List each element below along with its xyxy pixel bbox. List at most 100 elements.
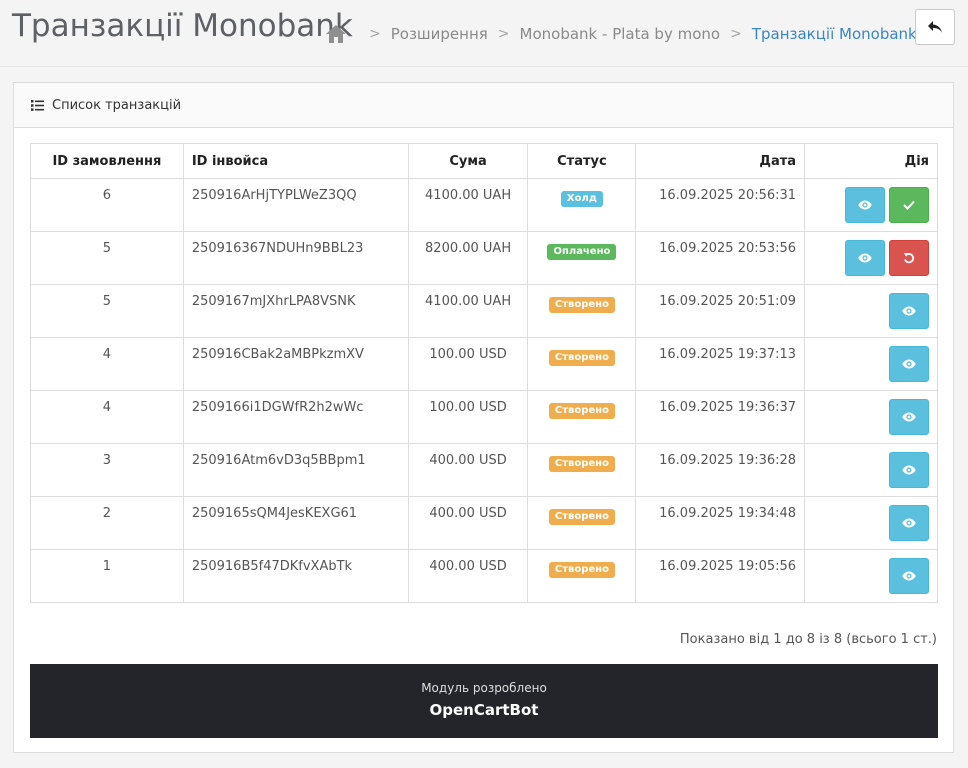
order-id-cell: 6 bbox=[30, 178, 184, 232]
order-id-cell: 5 bbox=[30, 284, 184, 338]
status-badge: Створено bbox=[548, 509, 615, 525]
action-cell bbox=[804, 178, 938, 232]
check-icon bbox=[903, 200, 915, 210]
breadcrumb-separator: > bbox=[369, 26, 381, 42]
table-row: 1 250916B5f47DKfvXAbTk 400.00 USD Створе… bbox=[30, 549, 938, 603]
status-cell: Оплачено bbox=[527, 231, 637, 285]
status-badge: Створено bbox=[548, 456, 615, 472]
date-cell: 16.09.2025 20:56:31 bbox=[635, 178, 806, 232]
status-badge: Оплачено bbox=[547, 244, 617, 260]
eye-icon bbox=[902, 518, 916, 528]
column-header-status[interactable]: Статус bbox=[527, 143, 637, 179]
amount-cell: 8200.00 UAH bbox=[407, 231, 529, 285]
list-icon bbox=[31, 99, 44, 111]
date-cell: 16.09.2025 20:51:09 bbox=[635, 284, 806, 338]
order-id-cell: 3 bbox=[30, 443, 184, 497]
panel-heading-label: Список транзакцій bbox=[52, 97, 182, 113]
view-button[interactable] bbox=[889, 558, 929, 594]
table-row: 2 2509165sQM4JesKEXG61 400.00 USD Створе… bbox=[30, 496, 938, 550]
eye-icon bbox=[902, 359, 916, 369]
page-header: Транзакції Monobank > Розширення > Monob… bbox=[0, 0, 968, 67]
table-row: 5 250916367NDUHn9BBL23 8200.00 UAH Оплач… bbox=[30, 231, 938, 285]
invoice-id-cell: 2509166i1DGWfR2h2wWc bbox=[182, 390, 409, 444]
eye-icon bbox=[902, 412, 916, 422]
status-cell: Створено bbox=[527, 549, 637, 603]
table-row: 5 2509167mJXhrLPA8VSNK 4100.00 UAH Створ… bbox=[30, 284, 938, 338]
status-cell: Створено bbox=[527, 496, 637, 550]
undo-icon bbox=[903, 253, 915, 264]
back-button[interactable] bbox=[915, 9, 955, 45]
column-header-invoice-id[interactable]: ID інвойса bbox=[182, 143, 409, 179]
table-row: 6 250916ArHjTYPLWeZ3QQ 4100.00 UAH Холд … bbox=[30, 178, 938, 232]
invoice-id-cell: 2509165sQM4JesKEXG61 bbox=[182, 496, 409, 550]
status-badge: Створено bbox=[548, 297, 615, 313]
invoice-id-cell: 2509167mJXhrLPA8VSNK bbox=[182, 284, 409, 338]
column-header-amount[interactable]: Сума bbox=[407, 143, 529, 179]
action-cell bbox=[804, 390, 938, 444]
eye-icon bbox=[858, 253, 872, 263]
transactions-table: ID замовлення ID інвойса Сума Статус Дат… bbox=[30, 143, 938, 603]
view-button[interactable] bbox=[889, 452, 929, 488]
invoice-id-cell: 250916CBak2aMBPkzmXV bbox=[182, 337, 409, 391]
action-cell bbox=[804, 231, 938, 285]
breadcrumb-separator: > bbox=[497, 26, 510, 42]
view-button[interactable] bbox=[845, 240, 885, 276]
order-id-cell: 2 bbox=[30, 496, 184, 550]
invoice-id-cell: 250916ArHjTYPLWeZ3QQ bbox=[182, 178, 409, 232]
order-id-cell: 4 bbox=[30, 390, 184, 444]
amount-cell: 400.00 USD bbox=[407, 443, 529, 497]
home-icon[interactable] bbox=[325, 24, 347, 44]
date-cell: 16.09.2025 19:34:48 bbox=[635, 496, 806, 550]
table-row: 4 250916CBak2aMBPkzmXV 100.00 USD Створе… bbox=[30, 337, 938, 391]
status-cell: Створено bbox=[527, 284, 637, 338]
action-cell bbox=[804, 284, 938, 338]
order-id-cell: 5 bbox=[30, 231, 184, 285]
view-button[interactable] bbox=[889, 505, 929, 541]
refund-button[interactable] bbox=[889, 240, 929, 276]
amount-cell: 400.00 USD bbox=[407, 496, 529, 550]
pagination-info: Показано від 1 до 8 із 8 (всього 1 ст.) bbox=[679, 632, 937, 647]
module-footer: Модуль розроблено OpenCartBot bbox=[30, 664, 938, 738]
transactions-panel: Список транзакцій ID замовлення ID інвой… bbox=[13, 82, 954, 753]
eye-icon bbox=[858, 200, 872, 210]
column-header-date[interactable]: Дата bbox=[635, 143, 806, 179]
order-id-cell: 1 bbox=[30, 549, 184, 603]
confirm-button[interactable] bbox=[889, 187, 929, 223]
date-cell: 16.09.2025 19:37:13 bbox=[635, 337, 806, 391]
status-cell: Створено bbox=[527, 337, 637, 391]
invoice-id-cell: 250916B5f47DKfvXAbTk bbox=[182, 549, 409, 603]
status-badge: Створено bbox=[548, 403, 615, 419]
table-header-row: ID замовлення ID інвойса Сума Статус Дат… bbox=[30, 143, 938, 179]
status-badge: Створено bbox=[548, 562, 615, 578]
column-header-action: Дія bbox=[804, 143, 938, 179]
view-button[interactable] bbox=[845, 187, 885, 223]
column-header-order-id[interactable]: ID замовлення bbox=[30, 143, 184, 179]
amount-cell: 100.00 USD bbox=[407, 390, 529, 444]
invoice-id-cell: 250916Atm6vD3q5BBpm1 bbox=[182, 443, 409, 497]
view-button[interactable] bbox=[889, 399, 929, 435]
invoice-id-cell: 250916367NDUHn9BBL23 bbox=[182, 231, 409, 285]
action-cell bbox=[804, 443, 938, 497]
breadcrumb-monobank-module[interactable]: Monobank - Plata by mono bbox=[520, 25, 721, 43]
action-cell bbox=[804, 549, 938, 603]
action-cell bbox=[804, 337, 938, 391]
amount-cell: 4100.00 UAH bbox=[407, 284, 529, 338]
page-title: Транзакції Monobank bbox=[12, 8, 353, 44]
breadcrumb-extensions[interactable]: Розширення bbox=[391, 25, 488, 43]
eye-icon bbox=[902, 306, 916, 316]
amount-cell: 400.00 USD bbox=[407, 549, 529, 603]
breadcrumb: > Розширення > Monobank - Plata by mono … bbox=[325, 22, 917, 46]
eye-icon bbox=[902, 465, 916, 475]
view-button[interactable] bbox=[889, 293, 929, 329]
table-row: 3 250916Atm6vD3q5BBpm1 400.00 USD Створе… bbox=[30, 443, 938, 497]
breadcrumb-transactions[interactable]: Транзакції Monobank bbox=[752, 25, 917, 43]
footer-developed-by: Модуль розроблено bbox=[421, 681, 547, 695]
panel-heading: Список транзакцій bbox=[14, 83, 953, 128]
view-button[interactable] bbox=[889, 346, 929, 382]
date-cell: 16.09.2025 19:36:37 bbox=[635, 390, 806, 444]
date-cell: 16.09.2025 20:53:56 bbox=[635, 231, 806, 285]
status-badge: Холд bbox=[560, 191, 603, 207]
date-cell: 16.09.2025 19:05:56 bbox=[635, 549, 806, 603]
status-cell: Створено bbox=[527, 443, 637, 497]
footer-brand-link[interactable]: OpenCartBot bbox=[30, 701, 938, 719]
